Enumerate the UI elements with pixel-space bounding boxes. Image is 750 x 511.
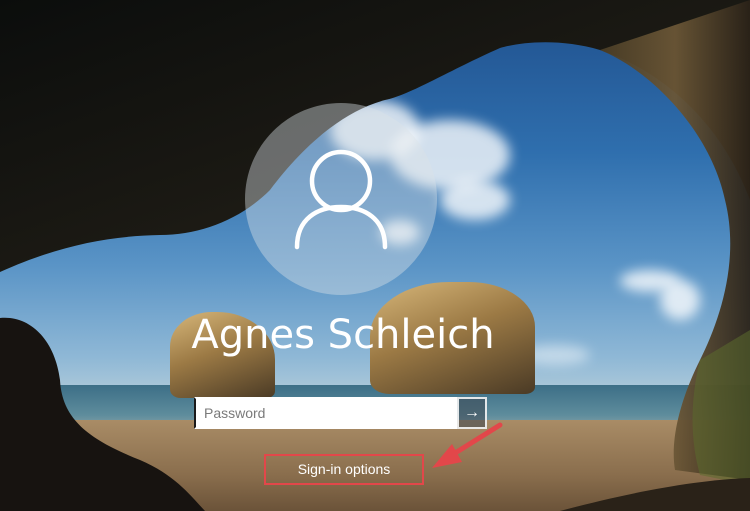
sign-in-options-link[interactable]: Sign-in options — [264, 454, 424, 485]
lock-screen: Agnes Schleich → Sign-in options — [0, 0, 750, 511]
user-silhouette-icon — [294, 149, 388, 250]
password-row: → — [194, 397, 487, 429]
user-avatar — [245, 103, 437, 295]
submit-password-button[interactable]: → — [457, 397, 487, 429]
password-field[interactable] — [194, 397, 457, 429]
user-name: Agnes Schleich — [191, 312, 495, 358]
arrow-right-icon: → — [464, 404, 480, 421]
